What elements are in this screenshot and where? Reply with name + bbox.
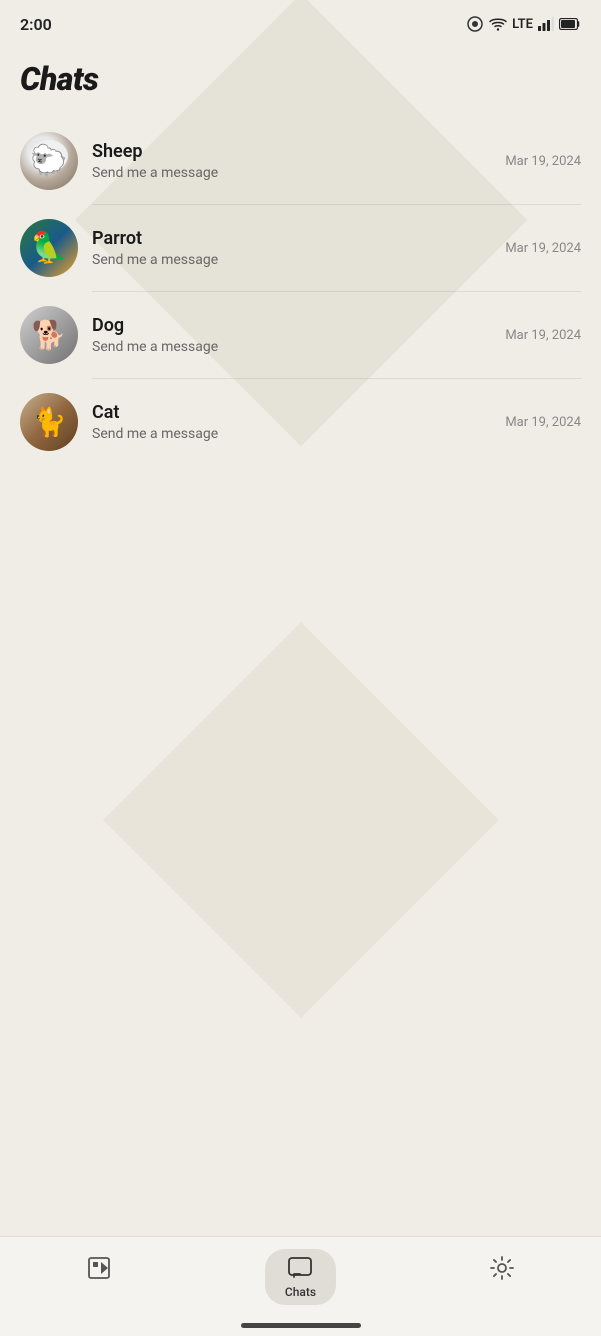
chat-info-dog: Dog Send me a message [92, 315, 493, 355]
home-indicator [241, 1323, 361, 1328]
camera-status-icon [466, 15, 484, 33]
page-title: Chats [0, 44, 601, 108]
chat-date-parrot: Mar 19, 2024 [505, 241, 581, 256]
chat-preview-dog: Send me a message [92, 339, 493, 355]
chat-item-sheep[interactable]: Sheep Send me a message Mar 19, 2024 [0, 118, 601, 204]
chat-item-dog[interactable]: Dog Send me a message Mar 19, 2024 [0, 292, 601, 378]
avatar-parrot [20, 219, 78, 277]
avatar-sheep [20, 132, 78, 190]
chat-name-cat: Cat [92, 402, 493, 423]
wifi-icon [489, 17, 507, 31]
chats-icon [287, 1255, 313, 1281]
nav-item-chats[interactable]: Chats [265, 1249, 336, 1305]
chat-name-dog: Dog [92, 315, 493, 336]
chat-name-sheep: Sheep [92, 141, 493, 162]
chat-info-parrot: Parrot Send me a message [92, 228, 493, 268]
status-time: 2:00 [20, 15, 52, 34]
bottom-nav: Chats [0, 1236, 601, 1336]
chat-preview-sheep: Send me a message [92, 165, 493, 181]
chat-date-dog: Mar 19, 2024 [505, 328, 581, 343]
chats-nav-label: Chats [285, 1285, 316, 1299]
chat-item-cat[interactable]: Cat Send me a message Mar 19, 2024 [0, 379, 601, 465]
signal-icon [538, 17, 554, 31]
nav-item-settings[interactable] [469, 1249, 535, 1287]
library-icon [86, 1255, 112, 1281]
bg-watermark-bottom [103, 622, 499, 1018]
status-icons: LTE [466, 15, 581, 33]
settings-icon [489, 1255, 515, 1281]
chat-preview-cat: Send me a message [92, 426, 493, 442]
avatar-dog [20, 306, 78, 364]
chat-name-parrot: Parrot [92, 228, 493, 249]
chat-info-cat: Cat Send me a message [92, 402, 493, 442]
battery-icon [559, 18, 581, 30]
chat-preview-parrot: Send me a message [92, 252, 493, 268]
chat-date-sheep: Mar 19, 2024 [505, 154, 581, 169]
chat-date-cat: Mar 19, 2024 [505, 415, 581, 430]
avatar-cat [20, 393, 78, 451]
chat-item-parrot[interactable]: Parrot Send me a message Mar 19, 2024 [0, 205, 601, 291]
chat-list: Sheep Send me a message Mar 19, 2024 Par… [0, 108, 601, 475]
status-bar: 2:00 LTE [0, 0, 601, 44]
nav-item-library[interactable] [66, 1249, 132, 1287]
lte-label: LTE [512, 17, 533, 32]
chat-info-sheep: Sheep Send me a message [92, 141, 493, 181]
